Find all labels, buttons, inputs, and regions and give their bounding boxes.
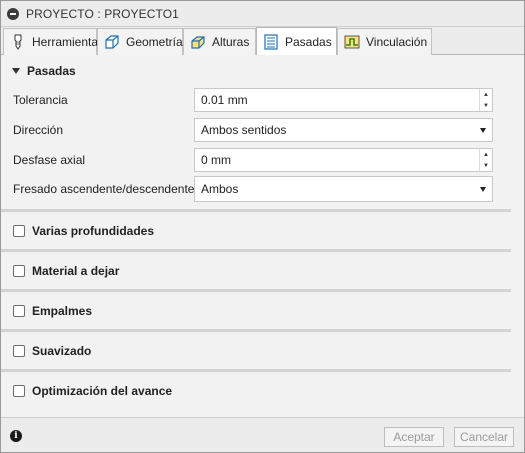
spin-down-icon[interactable]: ▼ xyxy=(480,160,492,171)
linking-icon xyxy=(344,34,360,50)
option-multiple-depths[interactable]: Varias profundidades xyxy=(1,212,511,250)
tolerance-spinner[interactable]: ▲ ▼ xyxy=(479,89,492,111)
axial-offset-label: Desfase axial xyxy=(13,153,86,167)
checkbox[interactable] xyxy=(13,305,25,317)
tab-label: Alturas xyxy=(212,35,250,49)
tab-alturas[interactable]: Alturas xyxy=(183,28,256,55)
accept-button[interactable]: Aceptar xyxy=(384,427,444,447)
dialog-footer: i Aceptar Cancelar xyxy=(1,417,524,452)
direction-select[interactable]: Ambos sentidos xyxy=(194,118,493,142)
tab-label: Herramienta xyxy=(32,35,99,49)
option-label: Suavizado xyxy=(32,344,92,358)
collapse-triangle-icon xyxy=(12,68,20,74)
operation-dialog: PROYECTO : PROYECTO1 Herramienta Geometr… xyxy=(0,0,525,453)
direction-value: Ambos sentidos xyxy=(201,123,287,137)
spin-down-icon[interactable]: ▼ xyxy=(480,100,492,111)
checkbox[interactable] xyxy=(13,385,25,397)
tab-bar: Herramienta Geometría Alturas Pasadas Vi… xyxy=(1,27,524,55)
option-label: Empalmes xyxy=(32,304,93,318)
spin-up-icon[interactable]: ▲ xyxy=(480,149,492,160)
tolerance-row: Tolerancia 0.01 mm ▲ ▼ xyxy=(1,88,511,112)
tool-icon xyxy=(10,34,26,50)
tab-vinculacion[interactable]: Vinculación xyxy=(337,28,432,55)
tolerance-value: 0.01 mm xyxy=(201,93,248,107)
geometry-icon xyxy=(104,34,120,50)
option-smoothing[interactable]: Suavizado xyxy=(1,332,511,370)
direction-row: Dirección Ambos sentidos xyxy=(1,118,511,142)
tab-label: Pasadas xyxy=(285,34,332,49)
checkbox[interactable] xyxy=(13,265,25,277)
dialog-title: PROYECTO : PROYECTO1 xyxy=(26,6,179,21)
milling-row: Fresado ascendente/descendente Ambos xyxy=(1,176,511,202)
tab-herramienta[interactable]: Herramienta xyxy=(3,28,99,55)
heights-icon xyxy=(190,34,206,50)
option-label: Optimización del avance xyxy=(32,384,173,398)
tab-geometria[interactable]: Geometría xyxy=(97,28,183,55)
milling-value: Ambos xyxy=(201,182,239,196)
axial-offset-value: 0 mm xyxy=(201,153,231,167)
tolerance-label: Tolerancia xyxy=(13,93,68,107)
chevron-down-icon xyxy=(480,186,486,192)
passes-icon xyxy=(263,33,279,50)
checkbox[interactable] xyxy=(13,225,25,237)
option-label: Varias profundidades xyxy=(32,224,155,238)
option-fillets[interactable]: Empalmes xyxy=(1,292,511,330)
option-label: Material a dejar xyxy=(32,264,120,278)
tab-content: Pasadas Tolerancia 0.01 mm ▲ ▼ Dirección… xyxy=(1,55,524,417)
tab-pasadas[interactable]: Pasadas xyxy=(256,27,337,55)
section-title: Pasadas xyxy=(27,64,76,78)
option-stock-to-leave[interactable]: Material a dejar xyxy=(1,252,511,290)
chevron-down-icon xyxy=(480,127,486,133)
section-pasadas-header[interactable]: Pasadas xyxy=(1,57,511,85)
milling-label: Fresado ascendente/descendente xyxy=(13,182,195,196)
option-feed-optimization[interactable]: Optimización del avance xyxy=(1,372,511,410)
tab-label: Vinculación xyxy=(366,35,428,49)
tab-label: Geometría xyxy=(126,35,183,49)
direction-label: Dirección xyxy=(13,123,64,137)
axial-offset-row: Desfase axial 0 mm ▲ ▼ xyxy=(1,148,511,172)
milling-select[interactable]: Ambos xyxy=(194,176,493,202)
cancel-button[interactable]: Cancelar xyxy=(454,427,514,447)
axial-offset-spinner[interactable]: ▲ ▼ xyxy=(479,149,492,171)
info-icon[interactable]: i xyxy=(10,430,22,442)
dialog-title-bar[interactable]: PROYECTO : PROYECTO1 xyxy=(1,1,524,27)
spin-up-icon[interactable]: ▲ xyxy=(480,89,492,100)
checkbox[interactable] xyxy=(13,345,25,357)
tolerance-input[interactable]: 0.01 mm ▲ ▼ xyxy=(194,88,493,112)
axial-offset-input[interactable]: 0 mm ▲ ▼ xyxy=(194,148,493,172)
collapse-icon[interactable] xyxy=(7,7,19,20)
